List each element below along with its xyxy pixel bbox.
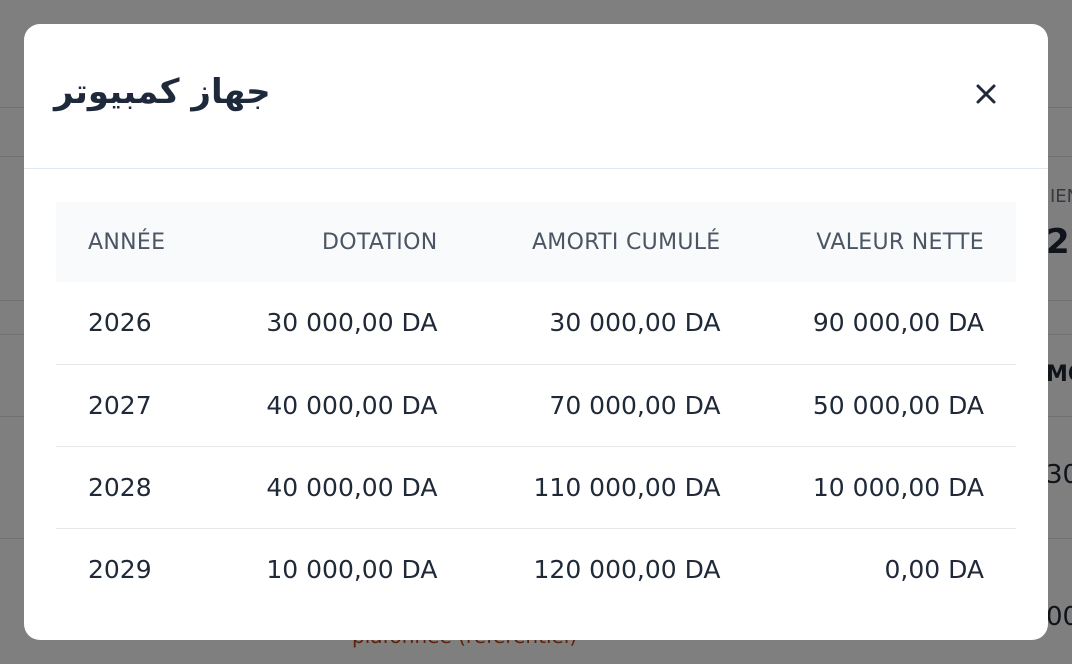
- depreciation-modal: جهاز كمبيوتر ANNÉE DOTATION AMORTI CUMUL…: [24, 24, 1048, 640]
- table-row: 2028 40 000,00 DA 110 000,00 DA 10 000,0…: [56, 445, 1016, 528]
- cell-amorti-cumule: 110 000,00 DA: [469, 445, 753, 528]
- table-header: ANNÉE DOTATION AMORTI CUMULÉ VALEUR NETT…: [56, 202, 1016, 282]
- cell-year: 2026: [88, 308, 152, 338]
- modal-header: جهاز كمبيوتر: [24, 24, 1048, 169]
- cell-valeur-nette: 10 000,00 DA: [752, 445, 1016, 528]
- modal-title: جهاز كمبيوتر: [54, 72, 271, 112]
- table-row: 2026 30 000,00 DA 30 000,00 DA 90 000,00…: [56, 282, 1016, 364]
- cell-dotation: 40 000,00 DA: [206, 363, 470, 446]
- close-icon: [976, 84, 996, 104]
- cell-dotation: 40 000,00 DA: [206, 445, 470, 528]
- close-button[interactable]: [968, 76, 1004, 112]
- cell-dotation: 30 000,00 DA: [266, 308, 438, 338]
- table-header-row: ANNÉE DOTATION AMORTI CUMULÉ VALEUR NETT…: [56, 202, 1016, 282]
- cell-valeur-nette: 90 000,00 DA: [812, 308, 984, 338]
- cell-valeur-nette: 0,00 DA: [752, 527, 1016, 610]
- cell-year: 2027: [56, 363, 206, 446]
- header-valeur-nette: VALEUR NETTE: [816, 229, 984, 255]
- header-dotation: DOTATION: [322, 229, 438, 255]
- table-body: 2026 30 000,00 DA 30 000,00 DA 90 000,00…: [56, 282, 1016, 610]
- cell-dotation: 10 000,00 DA: [206, 527, 470, 610]
- cell-amorti-cumule: 70 000,00 DA: [469, 363, 753, 446]
- depreciation-table-container: ANNÉE DOTATION AMORTI CUMULÉ VALEUR NETT…: [56, 202, 1016, 610]
- cell-year: 2028: [56, 445, 206, 528]
- header-amorti-cumule: AMORTI CUMULÉ: [531, 229, 721, 255]
- table-row: 2027 40 000,00 DA 70 000,00 DA 50 000,00…: [56, 363, 1016, 446]
- depreciation-table: ANNÉE DOTATION AMORTI CUMULÉ VALEUR NETT…: [56, 202, 1016, 610]
- cell-amorti-cumule: 30 000,00 DA: [549, 308, 721, 338]
- table-row: 2029 10 000,00 DA 120 000,00 DA 0,00 DA: [56, 527, 1016, 610]
- cell-valeur-nette: 50 000,00 DA: [752, 363, 1016, 446]
- header-year: ANNÉE: [88, 229, 166, 255]
- cell-year: 2029: [56, 527, 206, 610]
- cell-amorti-cumule: 120 000,00 DA: [469, 527, 753, 610]
